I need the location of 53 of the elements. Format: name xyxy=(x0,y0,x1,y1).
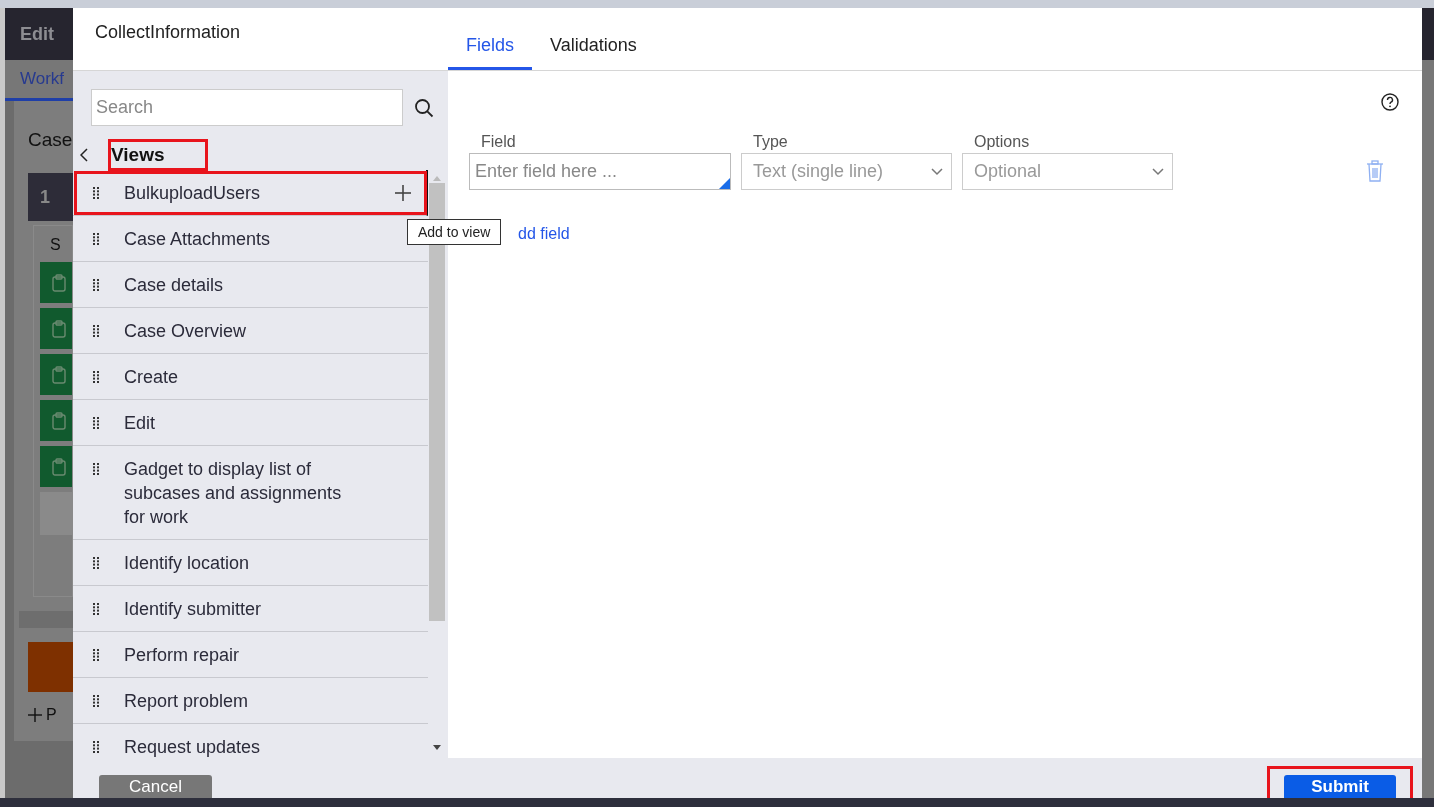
tab[interactable]: Fields xyxy=(448,8,532,70)
views-heading: Views xyxy=(111,142,205,168)
app-title: Edit xyxy=(20,23,54,45)
chevron-down-icon xyxy=(931,167,943,176)
chevron-down-icon xyxy=(1152,167,1164,176)
back-chevron-icon[interactable] xyxy=(80,148,88,162)
step-tile[interactable] xyxy=(40,400,72,441)
clipboard-icon xyxy=(52,457,66,476)
drag-handle-icon[interactable] xyxy=(93,325,99,337)
drag-handle-icon[interactable] xyxy=(93,233,99,245)
drag-handle-icon[interactable] xyxy=(93,371,99,383)
scrollbar[interactable] xyxy=(19,611,73,628)
cancel-button[interactable]: Cancel xyxy=(99,775,212,798)
step-tile[interactable] xyxy=(40,354,72,395)
drag-handle-icon[interactable] xyxy=(93,649,99,661)
column-label: S xyxy=(50,236,62,254)
clipboard-icon xyxy=(52,365,66,384)
clipboard-icon xyxy=(52,319,66,338)
tooltip: Add to view xyxy=(407,219,502,245)
add-process-link[interactable]: P xyxy=(46,706,57,724)
step-tile[interactable] xyxy=(40,308,72,349)
drag-handle-icon[interactable] xyxy=(93,187,99,199)
clipboard-icon xyxy=(52,273,66,292)
add-step-tile[interactable] xyxy=(40,492,72,535)
drag-handle-icon[interactable] xyxy=(93,463,99,475)
field-name-input[interactable]: Enter field here ... xyxy=(469,153,731,190)
drag-handle-icon[interactable] xyxy=(93,279,99,291)
drag-handle-icon[interactable] xyxy=(93,695,99,707)
drag-handle-icon[interactable] xyxy=(93,741,99,753)
tab[interactable]: Validations xyxy=(532,8,655,70)
resize-corner-icon xyxy=(719,178,730,189)
plus-icon[interactable] xyxy=(28,708,42,722)
dialog-title: CollectInformation xyxy=(95,22,241,42)
help-icon[interactable] xyxy=(1381,93,1399,111)
type-label: Type xyxy=(753,133,789,151)
app-header-bar xyxy=(1422,8,1434,60)
stage-header: 1 xyxy=(28,173,73,221)
section-heading: Case xyxy=(28,128,73,151)
search-field[interactable]: Search xyxy=(91,89,403,126)
add-field-link[interactable]: dd field xyxy=(518,225,570,243)
drag-handle-icon[interactable] xyxy=(93,557,99,569)
options-label: Options xyxy=(974,133,1031,151)
step-tile[interactable] xyxy=(40,446,72,487)
field-label: Field xyxy=(481,133,517,151)
search-icon[interactable] xyxy=(414,97,434,118)
scroll-down-icon[interactable] xyxy=(433,745,441,750)
clipboard-icon xyxy=(52,411,66,430)
drag-handle-icon[interactable] xyxy=(93,417,99,429)
view-item[interactable]: BulkuploadUsers xyxy=(73,170,428,216)
step-tile[interactable] xyxy=(40,262,72,303)
add-icon[interactable] xyxy=(394,184,412,202)
drag-handle-icon[interactable] xyxy=(93,603,99,615)
submit-button[interactable]: Submit xyxy=(1284,775,1396,798)
